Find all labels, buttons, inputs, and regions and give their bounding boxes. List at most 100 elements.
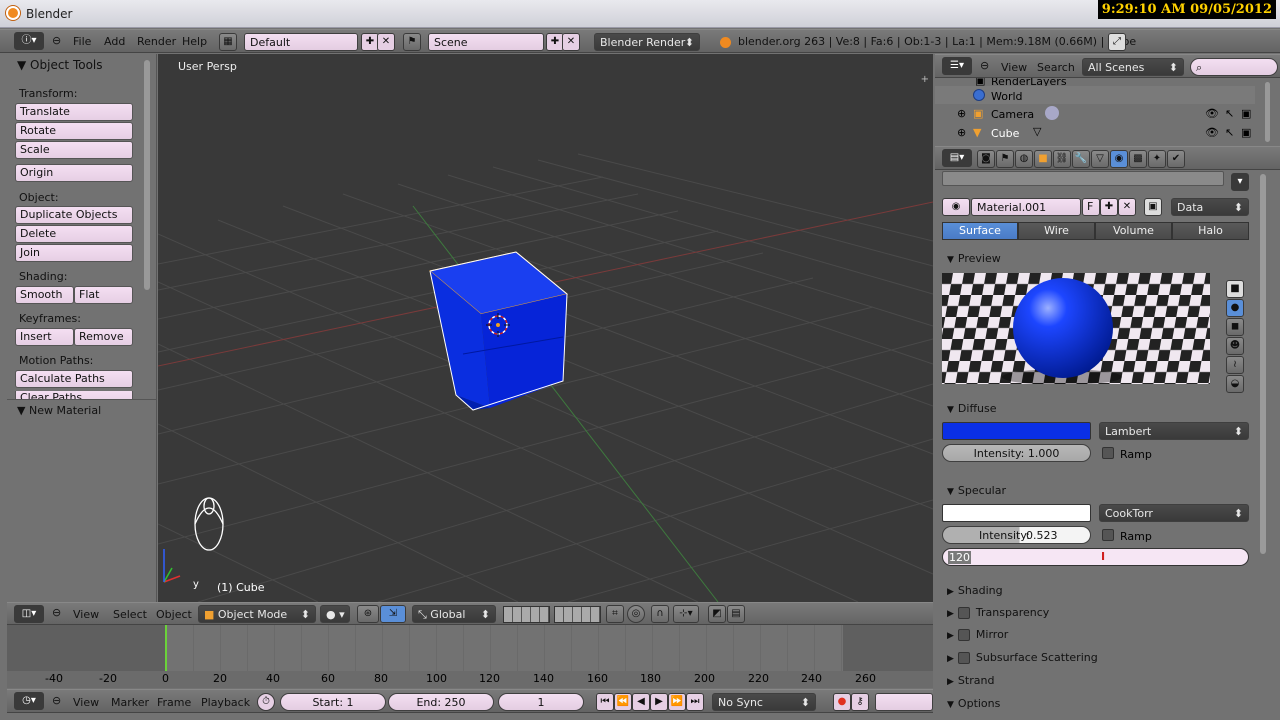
diffuse-shader-select[interactable]: Lambert ⬍ xyxy=(1099,422,1249,440)
sss-checkbox[interactable] xyxy=(957,652,970,664)
modifiers-tab-icon[interactable]: 🔧 xyxy=(1072,150,1090,168)
menu-view[interactable]: View xyxy=(1001,61,1027,74)
strand-panel-header[interactable]: ▶ Strand xyxy=(947,674,994,687)
manipulator-icon[interactable]: ⇲ xyxy=(380,605,406,623)
physics-tab-icon[interactable]: ✔ xyxy=(1167,150,1185,168)
duplicate-objects-button[interactable]: Duplicate Objects xyxy=(15,206,133,224)
editor-type-3dview-icon[interactable]: ◫▾ xyxy=(14,605,44,623)
record-icon[interactable]: ● xyxy=(833,693,851,711)
outliner-scrollbar[interactable] xyxy=(1265,82,1270,142)
timeline-playhead[interactable] xyxy=(165,625,167,673)
fullscreen-icon[interactable]: ⤢ xyxy=(1108,33,1126,51)
tab-halo[interactable]: Halo xyxy=(1172,222,1249,240)
tool-shelf-scrollbar[interactable] xyxy=(144,60,150,290)
scene-tab-icon[interactable]: ⚑ xyxy=(996,150,1014,168)
preview-sky-icon[interactable]: ◒ xyxy=(1226,375,1244,393)
menu-marker[interactable]: Marker xyxy=(111,696,149,709)
proportional-edit-icon[interactable]: ◎ xyxy=(627,605,645,623)
opengl-anim-icon[interactable]: ▤ xyxy=(727,605,745,623)
collapse-menu-icon[interactable]: ⊖ xyxy=(980,59,989,72)
visibility-eye-icon[interactable]: 👁 xyxy=(1205,107,1219,120)
preview-range-icon[interactable]: ⏱ xyxy=(257,693,275,711)
transparency-panel-header[interactable]: ▶ Transparency xyxy=(947,606,1049,619)
material-tab-icon[interactable]: ◉ xyxy=(1110,150,1128,168)
shading-panel-header[interactable]: ▶ Shading xyxy=(947,584,1003,597)
specular-panel-header[interactable]: ▼ Specular xyxy=(947,484,1006,497)
timeline-area[interactable]: -40 -20 0 20 40 60 80 100 120 140 160 18… xyxy=(7,625,933,688)
material-specials-icon[interactable]: ▾ xyxy=(1231,173,1249,191)
scene-field[interactable]: Scene xyxy=(428,33,544,51)
keying-set-icon[interactable]: ⚷ xyxy=(851,693,869,711)
specular-ramp-checkbox[interactable] xyxy=(1102,529,1114,541)
start-frame-field[interactable]: Start: 1 xyxy=(280,693,386,711)
calculate-paths-button[interactable]: Calculate Paths xyxy=(15,370,133,388)
unlink-material-icon[interactable]: ✕ xyxy=(1118,198,1136,216)
scene-layers-grid-left[interactable] xyxy=(503,606,550,623)
specular-shader-select[interactable]: CookTorr ⬍ xyxy=(1099,504,1249,522)
layer-lock-icon[interactable]: ⌗ xyxy=(606,605,624,623)
insert-keyframe-button[interactable]: Insert xyxy=(15,328,74,346)
world-tab-icon[interactable]: ◍ xyxy=(1015,150,1033,168)
tab-volume[interactable]: Volume xyxy=(1095,222,1172,240)
delete-button[interactable]: Delete xyxy=(15,225,133,243)
selectable-arrow-icon[interactable]: ↖ xyxy=(1225,126,1234,139)
scale-button[interactable]: Scale xyxy=(15,141,133,159)
pivot-point-icon[interactable]: ⊛ xyxy=(357,605,379,623)
specular-intensity-slider[interactable]: Intensity: 0.523 xyxy=(942,526,1091,544)
editor-type-properties-icon[interactable]: ▤▾ xyxy=(942,149,972,167)
menu-playback[interactable]: Playback xyxy=(201,696,250,709)
viewport-shading-select[interactable]: ● ▾ xyxy=(320,605,350,623)
diffuse-intensity-slider[interactable]: Intensity: 1.000 xyxy=(942,444,1091,462)
mirror-panel-header[interactable]: ▶ Mirror xyxy=(947,628,1008,641)
sync-mode-select[interactable]: No Sync ⬍ xyxy=(712,693,816,711)
material-slot-list[interactable] xyxy=(942,171,1224,186)
specular-color-swatch[interactable] xyxy=(942,504,1091,522)
preview-flat-icon[interactable]: ■ xyxy=(1226,280,1244,298)
outliner-row-cube[interactable]: ⊕ ▼ Cube ▽ 👁 ↖ ▣ xyxy=(935,123,1255,141)
scene-icon[interactable]: ⚑ xyxy=(403,33,421,51)
material-browse-icon[interactable]: ◉ xyxy=(942,198,970,216)
current-frame-field[interactable]: 1 xyxy=(498,693,584,711)
rotate-button[interactable]: Rotate xyxy=(15,122,133,140)
play-reverse-icon[interactable]: ◀ xyxy=(632,693,650,711)
flat-button[interactable]: Flat xyxy=(74,286,133,304)
jump-start-icon[interactable]: ⏮ xyxy=(596,693,614,711)
mesh-data-tab-icon[interactable]: ▽ xyxy=(1091,150,1109,168)
collapse-menu-icon[interactable]: ⊖ xyxy=(52,34,61,47)
jump-end-icon[interactable]: ⏭ xyxy=(686,693,704,711)
render-tab-icon[interactable]: ◙ xyxy=(977,150,995,168)
object-mode-select[interactable]: ■ Object Mode ⬍ xyxy=(198,605,316,623)
menu-file[interactable]: File xyxy=(73,35,91,48)
preview-panel-header[interactable]: ▼ Preview xyxy=(947,252,1001,265)
fake-user-button[interactable]: F xyxy=(1082,198,1100,216)
menu-select[interactable]: Select xyxy=(113,608,147,621)
diffuse-panel-header[interactable]: ▼ Diffuse xyxy=(947,402,997,415)
renderable-camera-icon[interactable]: ▣ xyxy=(1241,107,1251,120)
snap-magnet-icon[interactable]: ∩ xyxy=(651,605,669,623)
expand-icon[interactable]: ⊕ xyxy=(957,126,966,139)
node-material-icon[interactable]: ▣ xyxy=(1144,198,1162,216)
particles-tab-icon[interactable]: ✦ xyxy=(1148,150,1166,168)
preview-cube-icon[interactable]: ◼ xyxy=(1226,318,1244,336)
new-material-icon[interactable]: ✚ xyxy=(1100,198,1118,216)
collapse-menu-icon[interactable]: ⊖ xyxy=(52,694,61,707)
outliner-row-world[interactable]: World xyxy=(935,86,1255,104)
3d-viewport[interactable]: User Persp + y (1) Cube xyxy=(158,54,933,602)
operator-panel-header[interactable]: ▼ New Material xyxy=(17,404,101,417)
menu-render[interactable]: Render xyxy=(137,35,176,48)
selectable-arrow-icon[interactable]: ↖ xyxy=(1225,107,1234,120)
texture-tab-icon[interactable]: ▩ xyxy=(1129,150,1147,168)
transform-orientation-select[interactable]: ⤡ Global ⬍ xyxy=(412,605,496,623)
diffuse-ramp-checkbox[interactable] xyxy=(1102,447,1114,459)
menu-view[interactable]: View xyxy=(73,608,99,621)
collapse-menu-icon[interactable]: ⊖ xyxy=(52,606,61,619)
sss-panel-header[interactable]: ▶ Subsurface Scattering xyxy=(947,651,1098,664)
preview-sphere-icon[interactable]: ● xyxy=(1226,299,1244,317)
translate-button[interactable]: Translate xyxy=(15,103,133,121)
menu-add[interactable]: Add xyxy=(104,35,125,48)
end-frame-field[interactable]: End: 250 xyxy=(388,693,494,711)
renderable-camera-icon[interactable]: ▣ xyxy=(1241,126,1251,139)
preview-monkey-icon[interactable]: ☻ xyxy=(1226,337,1244,355)
object-tools-header[interactable]: ▼ Object Tools xyxy=(17,58,103,72)
opengl-render-icon[interactable]: ◩ xyxy=(708,605,726,623)
